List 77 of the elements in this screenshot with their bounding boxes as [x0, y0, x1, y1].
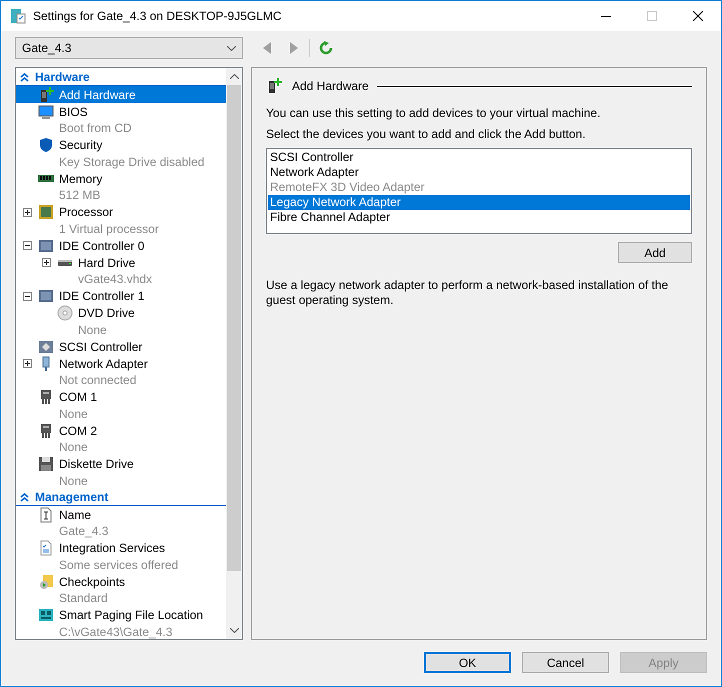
tree-item-detail: 512 MB — [59, 188, 100, 202]
monitor-icon — [38, 104, 54, 120]
tree-item[interactable]: Security — [16, 136, 226, 154]
scroll-down-icon[interactable] — [230, 628, 238, 633]
tree-item-detail: Boot from CD — [59, 121, 132, 136]
collapse-icon[interactable] — [20, 72, 29, 82]
tree-item[interactable]: Network Adapter — [16, 355, 226, 372]
tree-item-detail: vGate43.vhdx — [78, 272, 152, 286]
serial-port-icon — [38, 389, 54, 405]
tree-item[interactable]: Name — [16, 506, 226, 523]
intro-text: You can use this setting to add devices to your virtual machine. — [266, 106, 602, 121]
section-title: Add Hardware — [292, 79, 369, 93]
device-item[interactable]: Network Adapter — [268, 165, 690, 180]
device-item[interactable]: Legacy Network Adapter — [268, 195, 690, 210]
tree-item[interactable]: COM 2 — [16, 422, 226, 439]
description-text: Use a legacy network adapter to perform a network-based installation of the guest operating system. — [266, 278, 670, 308]
collapse-icon[interactable] — [22, 241, 32, 250]
refresh-icon[interactable] — [319, 41, 333, 55]
expand-icon[interactable] — [42, 258, 50, 267]
collapse-icon[interactable] — [22, 292, 32, 300]
tree-item[interactable]: Diskette Drive — [16, 456, 226, 472]
tree-item[interactable]: Hard Drive — [16, 254, 226, 271]
hard-drive-icon — [57, 260, 73, 266]
expand-icon[interactable] — [22, 208, 32, 216]
tree-item-detail: Standard — [59, 591, 108, 606]
tree-item[interactable]: Smart Paging File Location — [16, 606, 226, 624]
tree-item[interactable]: COM 1 — [16, 388, 226, 406]
processor-icon — [38, 204, 54, 220]
tree-item-detail: Key Storage Drive disabled — [59, 154, 204, 169]
tree-item[interactable]: BIOS — [16, 103, 226, 120]
tree-item[interactable]: Memory — [16, 170, 226, 187]
expand-icon[interactable] — [22, 359, 32, 368]
memory-file-icon — [38, 607, 54, 623]
settings-window-icon — [10, 8, 26, 24]
tree-item[interactable]: IDE Controller 0 — [16, 237, 226, 254]
tree-item[interactable]: Add Hardware — [16, 86, 226, 103]
chevron-down-icon — [227, 46, 236, 50]
checklist-icon — [38, 540, 54, 556]
device-item[interactable]: SCSI Controller — [268, 150, 690, 165]
category-header[interactable]: Hardware — [35, 70, 90, 84]
tree-item-detail: Not connected — [59, 373, 136, 388]
tree-item-detail: None — [59, 440, 88, 454]
tree-item[interactable]: Integration Services — [16, 540, 226, 556]
device-add-icon — [266, 78, 282, 94]
prompt-text: Select the devices you want to add and click the Add button. — [266, 127, 587, 142]
tree-item[interactable]: Processor — [16, 204, 226, 220]
tree-item-detail: None — [59, 406, 88, 421]
device-add-icon — [38, 86, 54, 102]
tree-item[interactable]: SCSI Controller — [16, 338, 226, 355]
controller-icon — [38, 288, 54, 304]
dialog-button[interactable]: OK — [424, 652, 511, 673]
add-button[interactable]: Add — [618, 242, 692, 263]
window-title: Settings for Gate_4.3 on DESKTOP-9J5GLMC — [33, 9, 283, 23]
tree-item-detail: None — [59, 474, 88, 488]
disc-icon — [57, 305, 73, 321]
scroll-up-icon[interactable] — [230, 74, 238, 79]
dialog-button[interactable]: Cancel — [522, 652, 609, 673]
tree-item-detail: C:\vGate43\Gate_4.3 — [59, 624, 172, 639]
tree-item-detail: None — [78, 322, 107, 337]
shield-icon — [38, 137, 54, 153]
checkpoint-icon — [38, 574, 54, 590]
text-cursor-icon — [38, 506, 54, 522]
controller-icon — [38, 338, 54, 354]
collapse-icon[interactable] — [20, 492, 29, 502]
close-icon[interactable] — [693, 11, 703, 21]
tree-item[interactable]: Checkpoints — [16, 573, 226, 590]
serial-port-icon — [38, 422, 54, 438]
tree-item-detail: Some services offered — [59, 558, 178, 572]
tree-item-detail: 1 Virtual processor — [59, 222, 159, 236]
controller-icon — [38, 238, 54, 254]
vm-dropdown[interactable]: Gate_4.3 — [15, 37, 243, 59]
scrollbar[interactable] — [226, 68, 242, 639]
tree-item[interactable]: IDE Controller 1 — [16, 288, 226, 304]
device-item[interactable]: Fibre Channel Adapter — [268, 210, 690, 225]
category-header[interactable]: Management — [35, 490, 108, 504]
tree-item[interactable]: DVD Drive — [16, 304, 226, 322]
tree-item-detail: Gate_4.3 — [59, 524, 108, 538]
